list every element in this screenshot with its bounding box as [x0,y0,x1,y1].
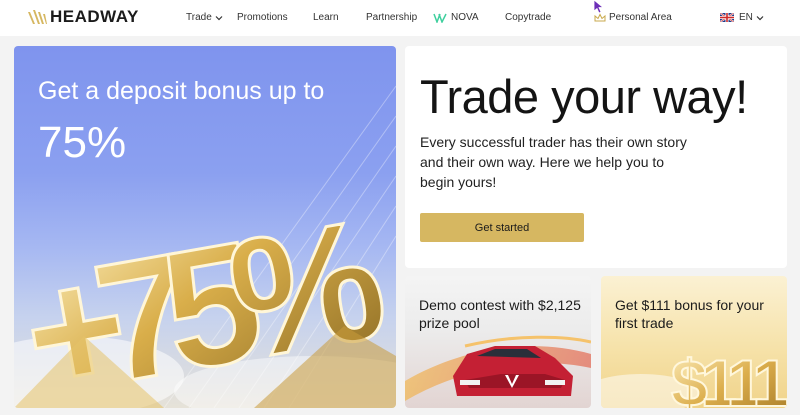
nav-copytrade-label: Copytrade [505,12,552,23]
mouse-cursor-icon [593,0,604,14]
gold-75-percent-art: +75% [14,186,396,408]
nav-nova[interactable]: NOVA [433,12,479,23]
nova-icon [433,13,447,23]
get-started-button[interactable]: Get started [420,213,584,242]
bonus-111-title: Get $111 bonus for your first trade [615,297,764,331]
nav-personal-area[interactable]: Personal Area [594,12,672,23]
crown-icon [594,12,606,21]
top-navigation: HEADWAY Trade Promotions Learn Partnersh… [0,0,800,36]
nav-promotions[interactable]: Promotions [237,12,288,23]
deposit-bonus-percent: 75% [38,118,127,167]
language-label: EN [739,12,753,23]
language-selector[interactable]: EN [720,12,764,23]
hero-subtitle: Every successful trader has their own st… [420,134,687,190]
brand-name: HEADWAY [50,7,139,26]
nav-learn-label: Learn [313,12,339,23]
nav-trade-label: Trade [186,12,212,23]
nav-promotions-label: Promotions [237,12,288,23]
gold-111-art-text: $111 [671,346,787,408]
chevron-down-icon [756,15,764,20]
nav-trade[interactable]: Trade [186,12,223,23]
nav-learn[interactable]: Learn [313,12,339,23]
nav-copytrade[interactable]: Copytrade [505,12,551,23]
headway-logo-icon [28,10,47,24]
uk-flag-icon [720,13,734,22]
hero-title: Trade your way! [420,70,748,123]
nav-nova-label: NOVA [451,12,479,23]
demo-contest-title: Demo contest with $2,125 prize pool [419,297,581,331]
headway-logo[interactable]: HEADWAY [26,6,139,28]
bonus-111-card[interactable]: $111 Get $111 bonus for your first trade [601,276,787,408]
hero-card: Trade your way! Every successful trader … [405,46,787,268]
chevron-down-icon [215,15,223,20]
nav-partnership-label: Partnership [366,12,418,23]
nav-personal-area-label: Personal Area [609,12,672,23]
deposit-bonus-banner[interactable]: Get a deposit bonus up to 75% +75% [14,46,396,408]
nav-partnership[interactable]: Partnership [366,12,417,23]
demo-contest-card[interactable]: Demo contest with $2,125 prize pool [405,276,591,408]
deposit-bonus-title: Get a deposit bonus up to [38,77,325,105]
